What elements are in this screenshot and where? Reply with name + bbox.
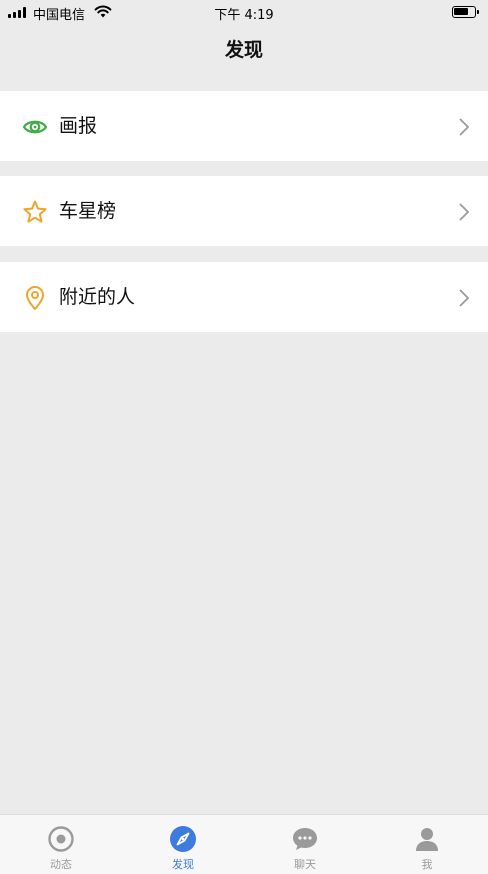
tab-bar: 动态 发现 聊天 我 <box>0 814 488 874</box>
target-icon <box>48 826 74 852</box>
tab-label: 聊天 <box>294 858 316 871</box>
page-title: 发现 <box>224 39 263 61</box>
tab-feed[interactable]: 动态 <box>0 815 122 874</box>
chevron-right-icon <box>459 203 470 221</box>
tab-chat[interactable]: 聊天 <box>244 815 366 874</box>
compass-icon <box>170 826 196 852</box>
eye-icon <box>22 120 48 134</box>
clock: 下午 4:19 <box>214 8 274 23</box>
location-pin-icon <box>26 286 44 310</box>
battery-level <box>454 8 468 15</box>
menu-item-pictorial[interactable]: 画报 <box>0 91 488 161</box>
menu-item-car-star-ranking[interactable]: 车星榜 <box>0 176 488 246</box>
tab-label: 动态 <box>50 858 72 871</box>
status-bar: 中国电信 下午 4:19 <box>0 0 488 24</box>
chevron-right-icon <box>459 289 470 307</box>
person-icon <box>416 828 438 851</box>
tab-discover[interactable]: 发现 <box>122 815 244 874</box>
menu-item-label: 车星榜 <box>59 200 117 222</box>
navigation-bar: 发现 <box>0 24 488 78</box>
menu-item-label: 画报 <box>59 115 98 137</box>
tab-label: 我 <box>421 858 433 871</box>
chevron-right-icon <box>459 118 470 136</box>
tab-me[interactable]: 我 <box>366 815 488 874</box>
chat-bubble-icon <box>293 828 317 850</box>
battery-icon <box>452 6 479 18</box>
star-icon <box>23 200 47 223</box>
menu-item-label: 附近的人 <box>59 286 136 308</box>
menu-item-nearby-people[interactable]: 附近的人 <box>0 262 488 332</box>
tab-label: 发现 <box>172 858 194 871</box>
